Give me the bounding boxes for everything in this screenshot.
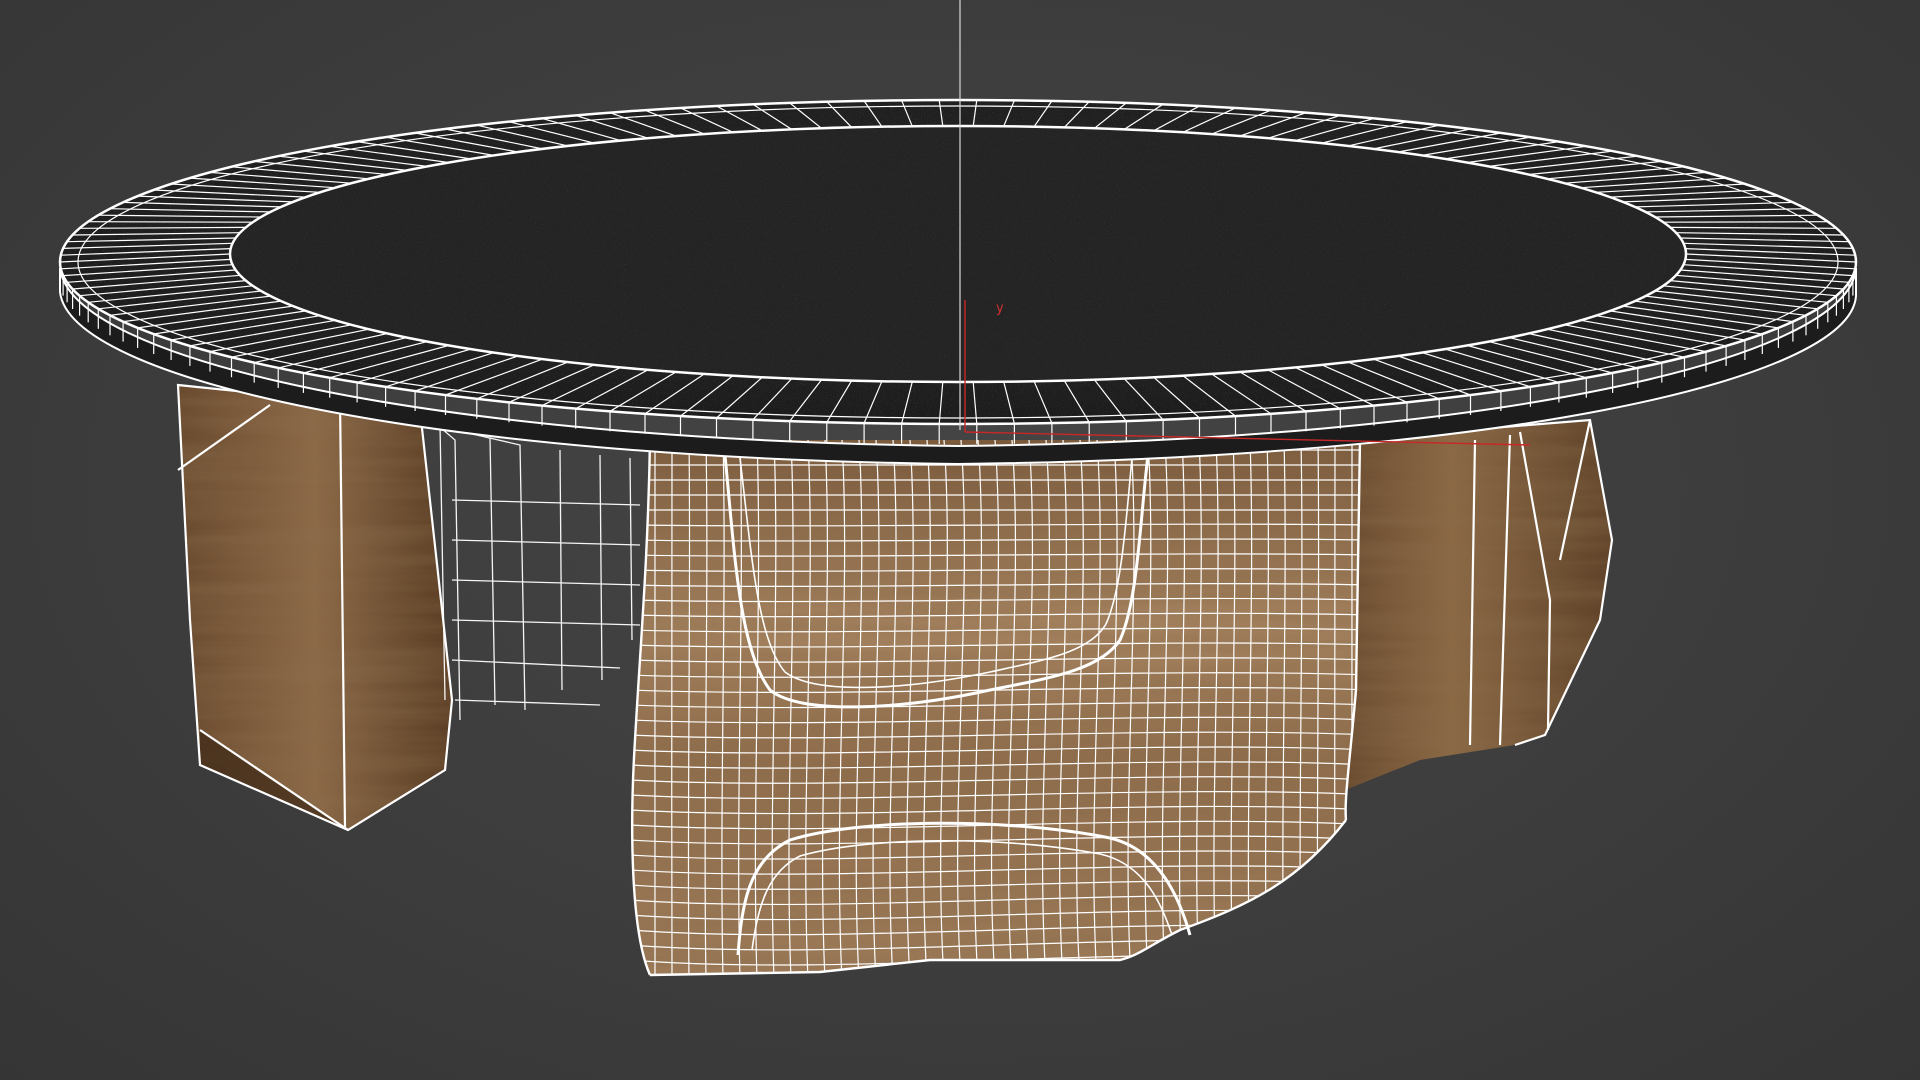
pedestal-grid-edge (671, 440, 673, 975)
viewport-scene[interactable]: y (0, 0, 1920, 1080)
tabletop[interactable] (58, 98, 1858, 466)
3d-viewport[interactable]: y (0, 0, 1920, 1080)
pedestal-grid-edge (1334, 440, 1336, 975)
rim-segment-edge (1663, 221, 1828, 223)
pedestal-grid-edge (632, 508, 1360, 512)
gizmo-y-label: y (996, 301, 1004, 316)
left-leg[interactable] (176, 383, 641, 832)
pedestal-grid-edge (632, 479, 1360, 481)
right-leg[interactable] (1344, 418, 1614, 790)
center-pedestal[interactable] (630, 439, 1370, 980)
pedestal-grid-edge (632, 493, 1360, 497)
rim-segment-edge (88, 221, 253, 223)
